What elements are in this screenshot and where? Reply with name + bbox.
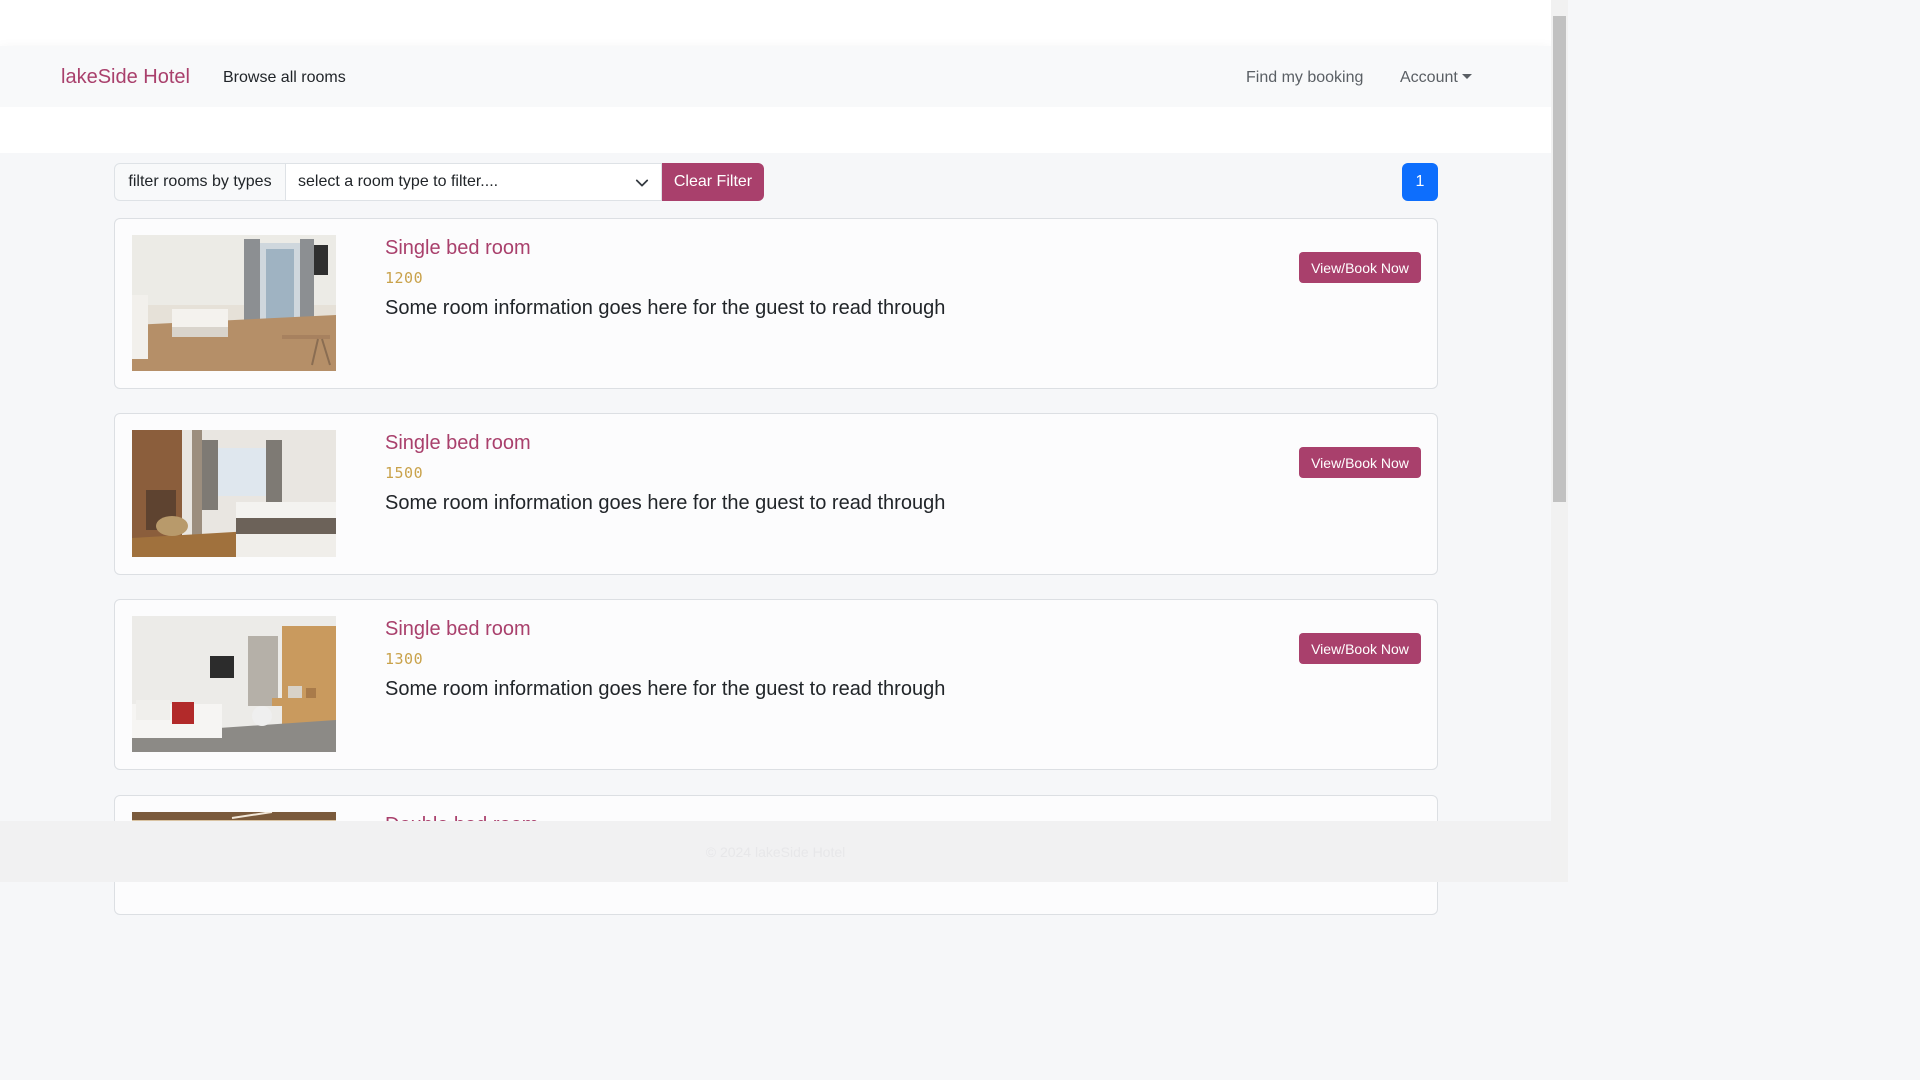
room-title[interactable]: Single bed room <box>385 432 531 455</box>
room-card: Single bed room 1200 Some room informati… <box>114 218 1438 389</box>
room-image <box>132 616 336 752</box>
room-type-select-value: select a room type to filter.... <box>298 173 499 190</box>
view-book-button[interactable]: View/Book Now <box>1299 252 1421 283</box>
nav-find-booking[interactable]: Find my booking <box>1246 69 1363 87</box>
room-card: Single bed room 1300 Some room informati… <box>114 599 1438 770</box>
room-price: 1200 <box>385 269 424 287</box>
room-card: Single bed room 1500 Some room informati… <box>114 413 1438 575</box>
clear-filter-button[interactable]: Clear Filter <box>662 163 764 201</box>
footer-copyright: © 2024 lakeSide Hotel <box>705 843 846 860</box>
top-spacer <box>0 0 1551 46</box>
nav-browse-rooms[interactable]: Browse all rooms <box>223 69 346 87</box>
room-title[interactable]: Single bed room <box>385 618 531 641</box>
scrollbar-thumb[interactable] <box>1553 16 1566 502</box>
chevron-down-icon <box>635 179 649 187</box>
view-book-button[interactable]: View/Book Now <box>1299 447 1421 478</box>
room-image <box>132 235 336 371</box>
room-description: Some room information goes here for the … <box>385 492 946 514</box>
room-price: 1300 <box>385 650 424 668</box>
room-price: 1500 <box>385 464 424 482</box>
room-filter: filter rooms by types select a room type… <box>114 163 764 201</box>
room-type-select[interactable]: select a room type to filter.... <box>286 163 662 201</box>
brand-link[interactable]: lakeSide Hotel <box>61 66 190 89</box>
account-label: Account <box>1400 69 1458 86</box>
room-title[interactable]: Single bed room <box>385 237 531 260</box>
header-spacer <box>0 107 1551 153</box>
room-description: Some room information goes here for the … <box>385 297 946 319</box>
room-image <box>132 430 336 557</box>
view-book-button[interactable]: View/Book Now <box>1299 633 1421 664</box>
room-description: Some room information goes here for the … <box>385 678 946 700</box>
filter-label: filter rooms by types <box>114 163 286 201</box>
nav-account-dropdown[interactable]: Account <box>1400 69 1472 87</box>
navbar: lakeSide Hotel Browse all rooms Find my … <box>0 46 1551 107</box>
footer: © 2024 lakeSide Hotel <box>0 821 1551 882</box>
pagination-page-1[interactable]: 1 <box>1402 163 1438 201</box>
caret-down-icon <box>1461 74 1472 79</box>
page-scrollbar[interactable] <box>1551 0 1568 882</box>
